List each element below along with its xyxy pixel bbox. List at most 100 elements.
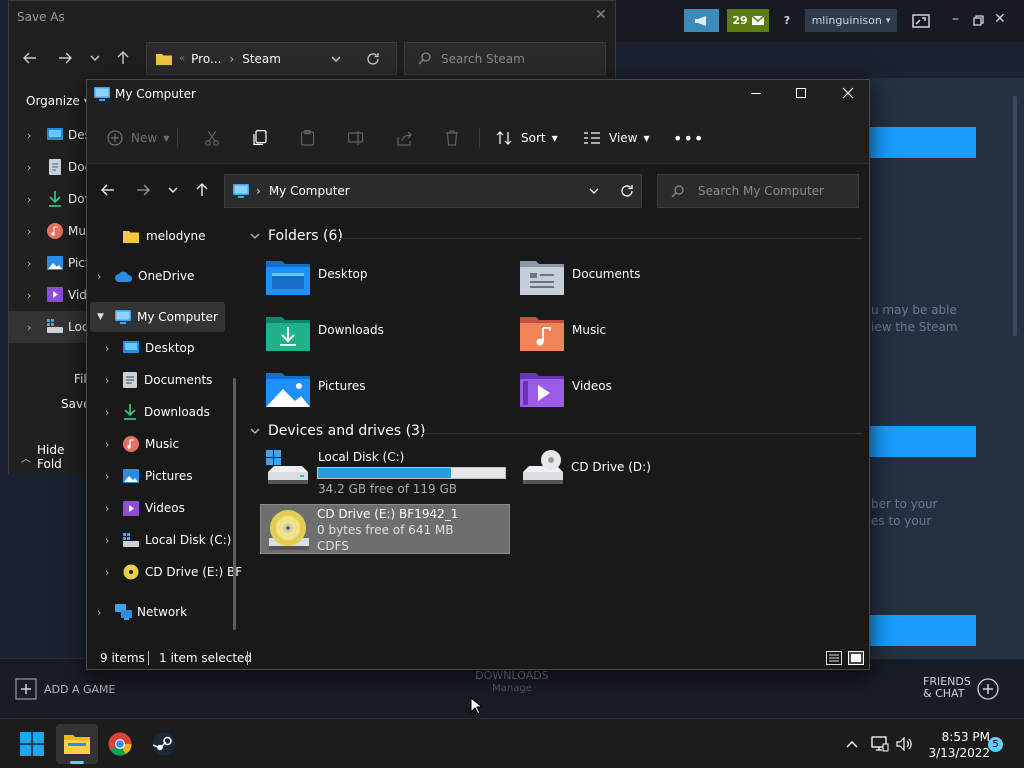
notification-badge[interactable]: 5: [988, 737, 1003, 752]
copy-icon[interactable]: [253, 126, 267, 150]
chevron-down-icon[interactable]: [90, 55, 100, 61]
downloads-folder-icon: [266, 317, 310, 351]
refresh-icon[interactable]: [620, 184, 634, 198]
new-button[interactable]: New ▼: [107, 126, 169, 150]
save-as-nav-item[interactable]: › Vide: [27, 287, 94, 303]
more-options-button[interactable]: •••: [673, 126, 704, 150]
folder-downloads[interactable]: Downloads: [266, 315, 384, 351]
help-button[interactable]: ?: [777, 9, 797, 32]
delete-icon[interactable]: [445, 126, 459, 150]
search-input[interactable]: Search My Computer: [657, 174, 859, 208]
drive-cd-e[interactable]: CD Drive (E:) BF1942_1 0 bytes free of 6…: [260, 504, 510, 554]
steam-banner[interactable]: [869, 615, 976, 646]
steam-banner[interactable]: [869, 127, 976, 158]
save-as-nav-item[interactable]: › Loc: [27, 319, 88, 335]
taskbar-steam[interactable]: [148, 728, 180, 760]
save-as-nav-item[interactable]: › Dov: [27, 191, 92, 207]
save-as-close-button[interactable]: ✕: [595, 7, 607, 23]
folder-desktop[interactable]: Desktop: [266, 259, 368, 295]
chevron-down-icon[interactable]: [168, 187, 178, 193]
address-bar[interactable]: › My Computer: [224, 174, 642, 208]
folder-music[interactable]: Music: [520, 315, 606, 351]
chevron-up-icon[interactable]: [846, 740, 858, 748]
nav-item-network[interactable]: › Network: [97, 598, 187, 626]
paste-icon[interactable]: [301, 126, 315, 150]
minimize-button[interactable]: [751, 93, 761, 94]
nav-item-cd-drive[interactable]: › CD Drive (E:) BF: [105, 558, 242, 586]
steam-close-button[interactable]: ✕: [994, 11, 1006, 27]
tiles-view-icon[interactable]: [848, 651, 864, 665]
steam-minimize-button[interactable]: –: [952, 11, 959, 27]
folder-documents[interactable]: Documents: [520, 259, 640, 295]
save-as-nav-item[interactable]: › Mu: [27, 223, 86, 239]
clock[interactable]: 8:53 PM 3/13/2022: [918, 729, 990, 761]
chevron-down-icon: ▾: [885, 15, 891, 26]
forward-arrow-icon[interactable]: [58, 52, 72, 64]
save-as-nav-item[interactable]: › Doc: [27, 159, 91, 175]
folders-section-header[interactable]: Folders (6): [250, 228, 343, 244]
save-as-nav-item[interactable]: › Pict: [27, 255, 90, 271]
user-menu[interactable]: mlinguinison ▾: [805, 9, 897, 32]
nav-item-local-disk[interactable]: › Local Disk (C:): [105, 526, 231, 554]
refresh-icon[interactable]: [366, 52, 380, 66]
broadcast-button[interactable]: [684, 9, 719, 32]
volume-icon[interactable]: [896, 737, 913, 751]
back-arrow-icon[interactable]: [23, 52, 37, 64]
add-friend-icon[interactable]: [977, 678, 999, 700]
nav-item-videos[interactable]: › Videos: [105, 494, 185, 522]
drive-cd-d[interactable]: CD Drive (D:): [519, 448, 765, 498]
downloads-button[interactable]: DOWNLOADS Manage: [442, 669, 582, 694]
explorer-toolbar: New ▼ Sort ▼ View ▼ •••: [87, 110, 869, 164]
close-button[interactable]: [842, 87, 854, 99]
status-divider: [247, 651, 248, 665]
forward-arrow-icon[interactable]: [136, 184, 150, 196]
nav-item-my-computer[interactable]: ▼ My Computer: [90, 302, 225, 332]
notifications-button[interactable]: 29: [727, 9, 769, 32]
chevron-down-icon[interactable]: [331, 56, 341, 62]
start-button[interactable]: [16, 728, 48, 760]
nav-item-music[interactable]: › Music: [105, 430, 179, 458]
nav-item-documents[interactable]: › Documents: [105, 366, 212, 394]
maximize-button[interactable]: [796, 88, 806, 98]
nav-item-onedrive[interactable]: › OneDrive: [97, 262, 194, 290]
breadcrumb-item[interactable]: Pro...: [191, 52, 221, 66]
save-as-search-input[interactable]: Search Steam: [404, 42, 606, 75]
nav-item-melodyne[interactable]: melodyne: [123, 222, 205, 250]
save-as-nav-item[interactable]: › Des: [27, 127, 91, 143]
breadcrumb-item[interactable]: Steam: [242, 52, 281, 66]
hide-folders-button[interactable]: ︿ Hide Fold: [21, 443, 87, 471]
chevron-down-icon[interactable]: [589, 188, 599, 194]
devices-section-header[interactable]: Devices and drives (3): [250, 423, 425, 439]
organize-button[interactable]: Organize ▼: [26, 94, 90, 108]
address-text[interactable]: My Computer: [269, 184, 350, 198]
add-game-label: ADD A GAME: [44, 682, 116, 696]
folder-icon: [156, 54, 172, 65]
back-arrow-icon[interactable]: [101, 184, 115, 196]
steam-scrollbar[interactable]: [1013, 96, 1017, 336]
steam-banner[interactable]: [869, 426, 976, 457]
sort-button[interactable]: Sort ▼: [496, 126, 558, 150]
add-game-button[interactable]: ADD A GAME: [15, 678, 115, 700]
view-button[interactable]: View ▼: [584, 126, 650, 150]
nav-item-desktop[interactable]: › Desktop: [105, 334, 195, 362]
nav-item-pictures[interactable]: › Pictures: [105, 462, 193, 490]
steam-restore-button[interactable]: [973, 15, 984, 26]
nav-item-downloads[interactable]: › Downloads: [105, 398, 210, 426]
network-status-icon[interactable]: [871, 736, 889, 752]
folder-videos[interactable]: Videos: [520, 371, 612, 407]
rename-icon[interactable]: [348, 126, 364, 150]
big-picture-icon[interactable]: [912, 14, 930, 28]
steam-icon: [152, 732, 176, 756]
taskbar-file-explorer[interactable]: [56, 724, 98, 764]
nav-scrollbar[interactable]: [233, 378, 236, 630]
drive-local-disk[interactable]: Local Disk (C:) 34.2 GB free of 119 GB: [264, 448, 510, 498]
details-view-icon[interactable]: [826, 651, 842, 665]
share-icon[interactable]: [397, 126, 413, 150]
taskbar-chrome[interactable]: [104, 728, 136, 760]
up-arrow-icon[interactable]: [196, 183, 208, 197]
friends-chat-button[interactable]: FRIENDS & CHAT: [923, 676, 971, 700]
folder-pictures[interactable]: Pictures: [266, 371, 366, 407]
cut-icon[interactable]: [204, 126, 220, 150]
save-as-address-bar[interactable]: « Pro... › Steam: [146, 42, 397, 75]
up-arrow-icon[interactable]: [117, 51, 129, 65]
